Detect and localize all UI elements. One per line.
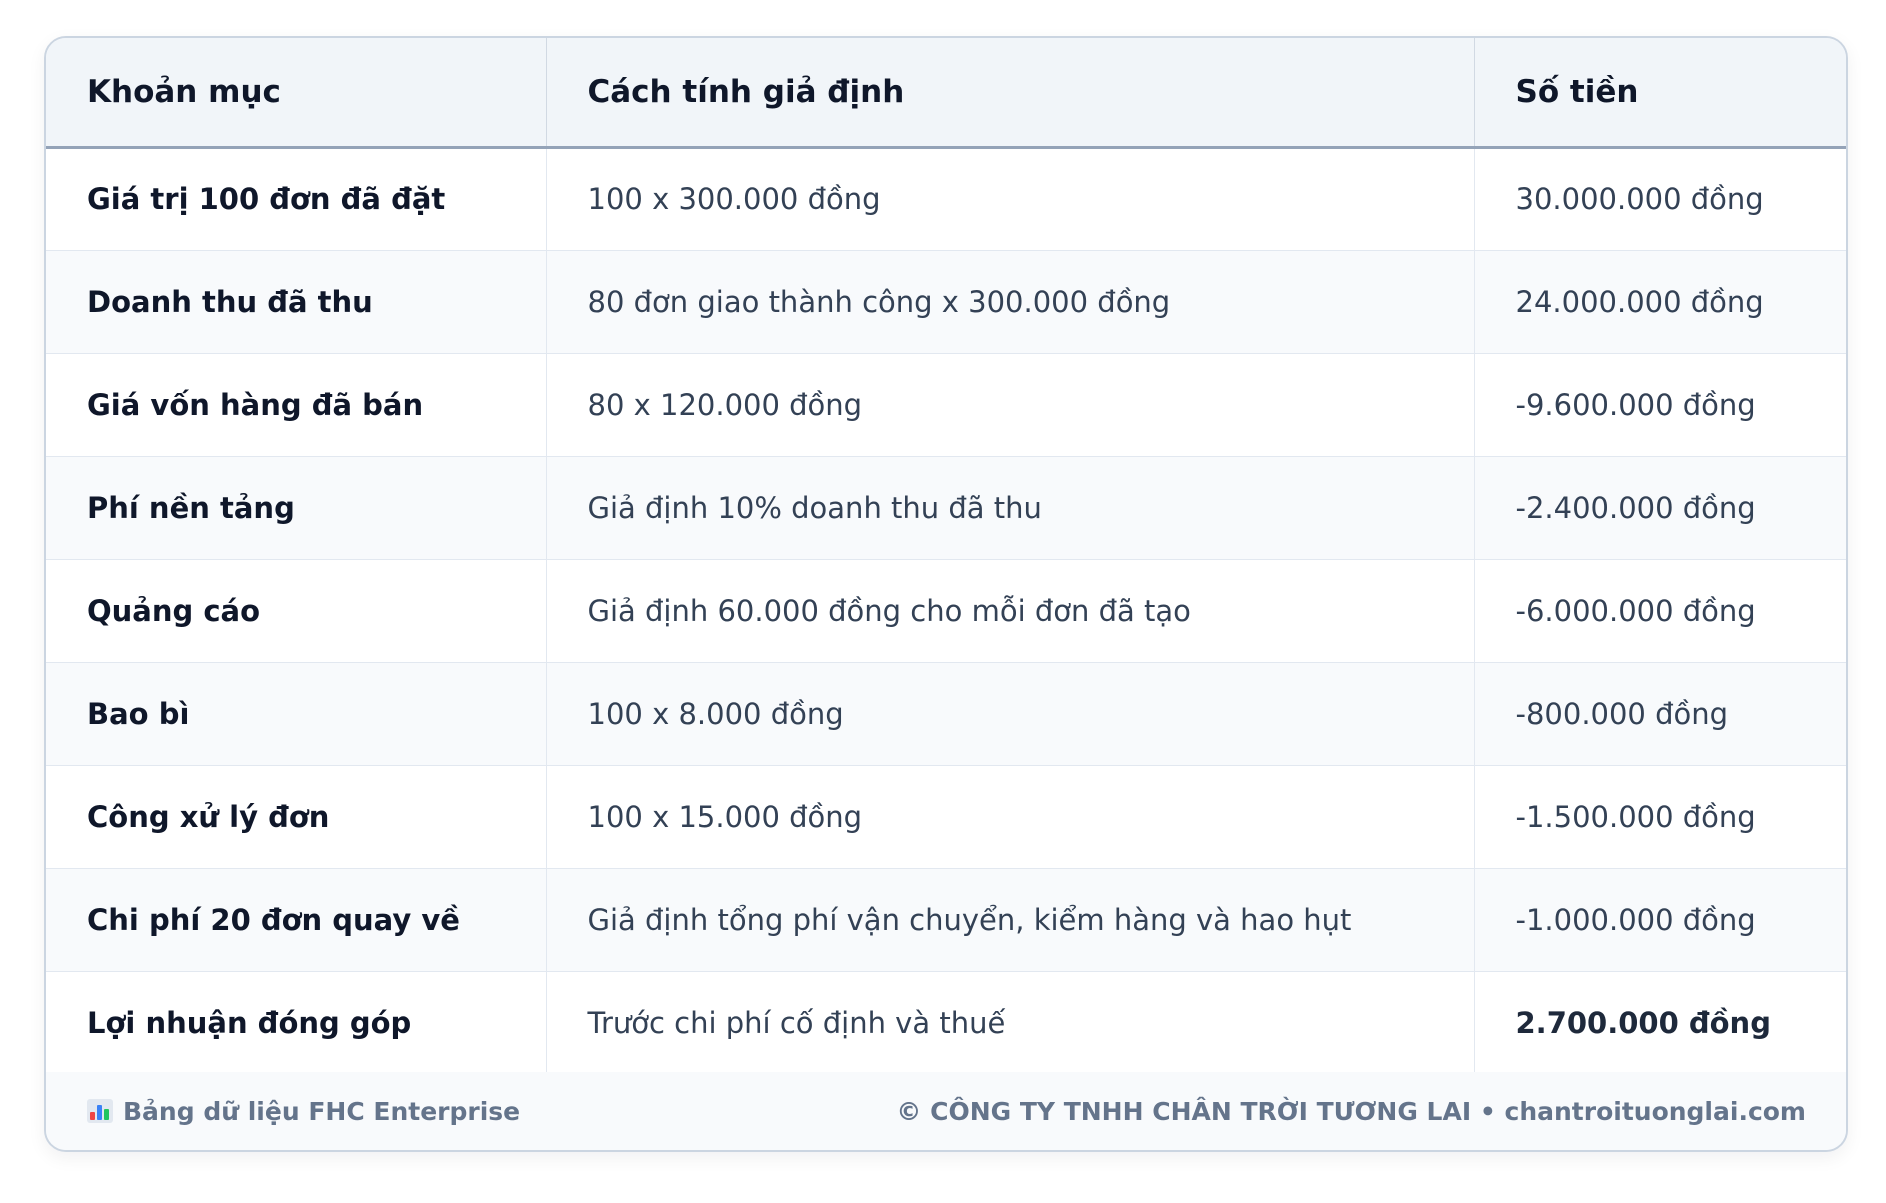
row-method: Giả định 10% doanh thu đã thu: [546, 456, 1475, 560]
header-method: Cách tính giả định: [546, 38, 1475, 149]
row-method: Giả định 60.000 đồng cho mỗi đơn đã tạo: [546, 559, 1475, 663]
table-row: Doanh thu đã thu 80 đơn giao thành công …: [46, 250, 1846, 354]
table-row: Chi phí 20 đơn quay về Giả định tổng phí…: [46, 868, 1846, 972]
table-row-total: Lợi nhuận đóng góp Trước chi phí cố định…: [46, 971, 1846, 1075]
row-method: 100 x 15.000 đồng: [546, 765, 1475, 869]
table-row: Phí nền tảng Giả định 10% doanh thu đã t…: [46, 456, 1846, 560]
row-method: 80 đơn giao thành công x 300.000 đồng: [546, 250, 1475, 354]
header-row: Khoản mục Cách tính giả định Số tiền: [46, 38, 1846, 149]
row-amount: -800.000 đồng: [1474, 662, 1846, 766]
bar-chart-icon: [87, 1099, 113, 1123]
row-amount: -6.000.000 đồng: [1474, 559, 1846, 663]
row-item: Doanh thu đã thu: [46, 250, 547, 354]
table-body: Giá trị 100 đơn đã đặt 100 x 300.000 đồn…: [46, 147, 1846, 1075]
row-method: Giả định tổng phí vận chuyển, kiểm hàng …: [546, 868, 1475, 972]
row-method: 100 x 8.000 đồng: [546, 662, 1475, 766]
row-method: 100 x 300.000 đồng: [546, 147, 1475, 251]
table-row: Công xử lý đơn 100 x 15.000 đồng -1.500.…: [46, 765, 1846, 869]
header-amount: Số tiền: [1474, 38, 1846, 149]
table-row: Quảng cáo Giả định 60.000 đồng cho mỗi đ…: [46, 559, 1846, 663]
row-amount: -1.000.000 đồng: [1474, 868, 1846, 972]
header-item: Khoản mục: [46, 38, 547, 149]
footer-source: Bảng dữ liệu FHC Enterprise: [87, 1097, 520, 1126]
row-amount: -9.600.000 đồng: [1474, 353, 1846, 457]
table-row: Bao bì 100 x 8.000 đồng -800.000 đồng: [46, 662, 1846, 766]
footer-label: Bảng dữ liệu FHC Enterprise: [123, 1096, 521, 1126]
row-item: Công xử lý đơn: [46, 765, 547, 869]
row-item: Quảng cáo: [46, 559, 547, 663]
footer-copyright: © CÔNG TY TNHH CHÂN TRỜI TƯƠNG LAI • cha…: [896, 1096, 1806, 1126]
row-amount: -1.500.000 đồng: [1474, 765, 1846, 869]
table-row: Giá vốn hàng đã bán 80 x 120.000 đồng -9…: [46, 353, 1846, 457]
row-amount-total: 2.700.000 đồng: [1474, 971, 1846, 1075]
table-row: Giá trị 100 đơn đã đặt 100 x 300.000 đồn…: [46, 147, 1846, 251]
row-item: Phí nền tảng: [46, 456, 547, 560]
row-item: Giá vốn hàng đã bán: [46, 353, 547, 457]
profit-table: Khoản mục Cách tính giả định Số tiền Giá…: [46, 38, 1846, 1075]
row-item: Chi phí 20 đơn quay về: [46, 868, 547, 972]
row-item: Lợi nhuận đóng góp: [46, 971, 547, 1075]
row-method: Trước chi phí cố định và thuế: [546, 971, 1475, 1075]
table-footer: Bảng dữ liệu FHC Enterprise © CÔNG TY TN…: [46, 1072, 1846, 1150]
data-table-card: Khoản mục Cách tính giả định Số tiền Giá…: [44, 36, 1848, 1152]
row-item: Giá trị 100 đơn đã đặt: [46, 147, 547, 251]
row-amount: 30.000.000 đồng: [1474, 147, 1846, 251]
row-amount: 24.000.000 đồng: [1474, 250, 1846, 354]
row-method: 80 x 120.000 đồng: [546, 353, 1475, 457]
row-item: Bao bì: [46, 662, 547, 766]
row-amount: -2.400.000 đồng: [1474, 456, 1846, 560]
table-header: Khoản mục Cách tính giả định Số tiền: [46, 38, 1846, 149]
